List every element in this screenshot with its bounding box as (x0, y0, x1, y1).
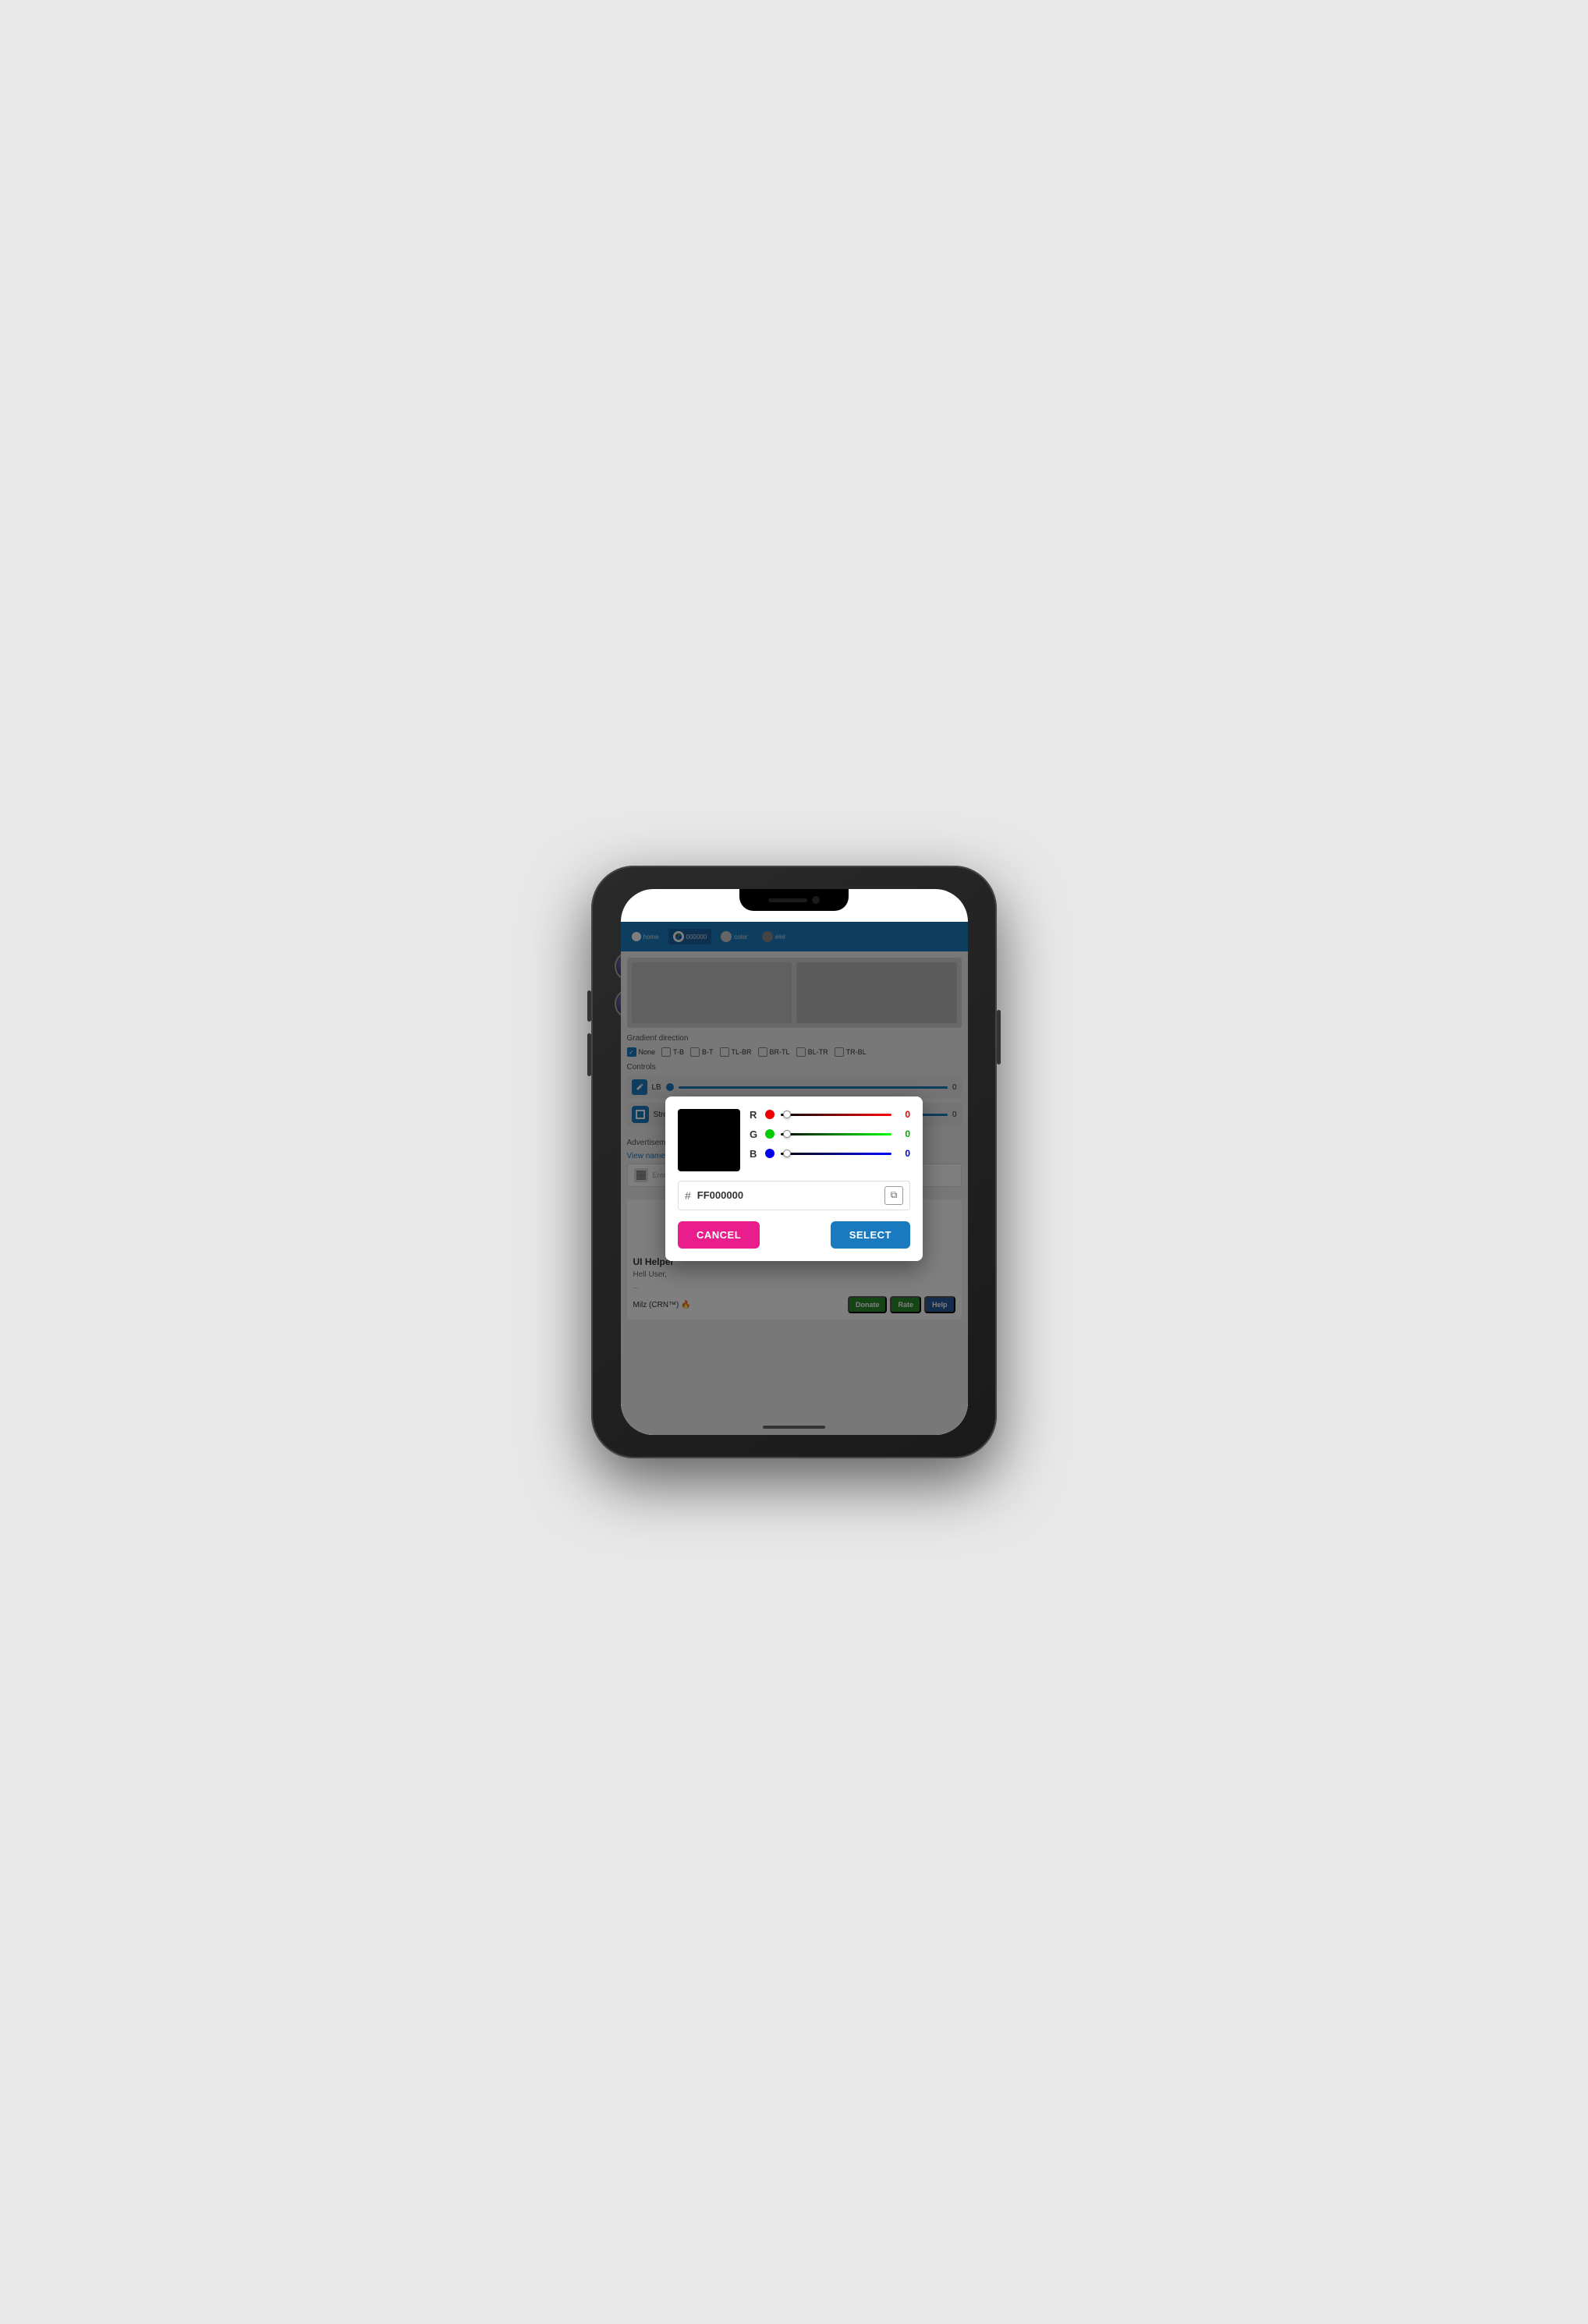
signal-bars-icon (908, 901, 917, 911)
status-time: 20:34 (635, 900, 659, 911)
power-button[interactable] (997, 1010, 1001, 1065)
b-value: 0 (898, 1148, 910, 1159)
r-label: R (750, 1109, 759, 1121)
color-picker-dialog: R 0 G (665, 1096, 923, 1261)
screen-content: home 000000 color (621, 922, 968, 1435)
b-dot (765, 1149, 775, 1158)
g-slider-row: G 0 (750, 1128, 910, 1140)
b-slider-thumb (783, 1150, 791, 1157)
status-bar: 20:34 LTE (621, 889, 968, 922)
volume-down-button[interactable] (587, 1033, 591, 1076)
b-slider-track[interactable] (781, 1153, 891, 1155)
r-slider-thumb (783, 1111, 791, 1118)
hex-row: # FF000000 ⧉ (678, 1181, 910, 1210)
home-indicator[interactable] (763, 1426, 825, 1429)
rgb-sliders: R 0 G (750, 1109, 910, 1167)
g-slider-track[interactable] (781, 1133, 891, 1135)
status-icons: LTE 60% (877, 901, 953, 911)
phone-device: 20:34 LTE (591, 866, 997, 1458)
dialog-overlay: R 0 G (621, 922, 968, 1435)
phone-screen: 20:34 LTE (621, 889, 968, 1435)
b-label: B (750, 1148, 759, 1160)
g-label: G (750, 1128, 759, 1140)
r-value: 0 (898, 1109, 910, 1120)
g-dot (765, 1129, 775, 1139)
color-preview-box (678, 1109, 740, 1171)
picker-top: R 0 G (678, 1109, 910, 1171)
battery-percent: 60% (938, 902, 953, 910)
picker-buttons: CANCEL SELECT (678, 1221, 910, 1249)
signal-label: LTE (891, 902, 905, 910)
select-button[interactable]: SELECT (831, 1221, 910, 1249)
volume-up-button[interactable] (587, 990, 591, 1022)
r-slider-row: R 0 (750, 1109, 910, 1121)
g-value: 0 (898, 1128, 910, 1139)
hex-value: FF000000 (697, 1189, 878, 1201)
hex-hash: # (685, 1189, 691, 1202)
b-slider-row: B 0 (750, 1148, 910, 1160)
r-dot (765, 1110, 775, 1119)
cancel-button[interactable]: CANCEL (678, 1221, 760, 1249)
battery-icon (920, 901, 934, 911)
g-slider-thumb (783, 1130, 791, 1138)
copy-icon[interactable]: ⧉ (884, 1186, 903, 1205)
r-slider-track[interactable] (781, 1114, 891, 1116)
wifi-icon (877, 901, 888, 911)
